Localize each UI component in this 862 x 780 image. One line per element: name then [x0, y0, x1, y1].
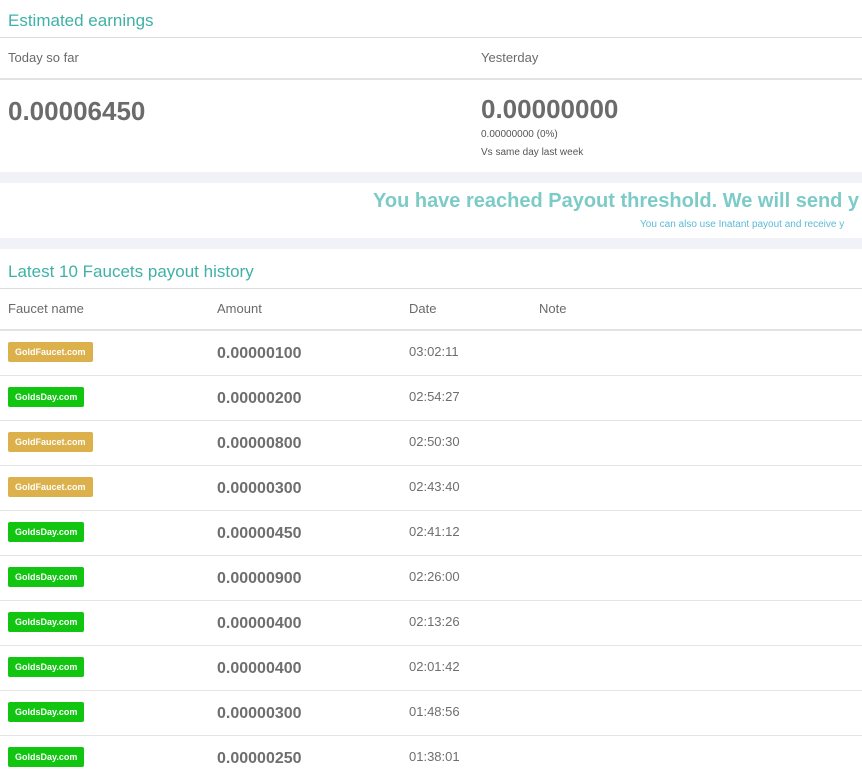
faucet-badge[interactable]: GoldsDay.com: [8, 747, 85, 767]
payout-threshold-notice: You have reached Payout threshold. We wi…: [0, 183, 862, 238]
column-header-faucet: Faucet name: [8, 301, 84, 316]
table-row: GoldsDay.com 0.00000400 02:01:42: [0, 646, 862, 691]
faucet-badge[interactable]: GoldsDay.com: [8, 702, 85, 722]
faucet-badge[interactable]: GoldsDay.com: [8, 612, 85, 632]
payout-date: 02:01:42: [409, 659, 460, 674]
payout-date: 01:38:01: [409, 749, 460, 764]
payout-amount: 0.00000400: [217, 615, 302, 632]
payout-amount: 0.00000300: [217, 705, 302, 722]
payout-date: 02:41:12: [409, 524, 460, 539]
table-row: GoldFaucet.com 0.00000100 03:02:11: [0, 331, 862, 376]
faucet-badge[interactable]: GoldFaucet.com: [8, 342, 93, 362]
payout-date: 03:02:11: [409, 344, 459, 359]
table-row: GoldsDay.com 0.00000250 01:38:01: [0, 736, 862, 780]
faucet-badge[interactable]: GoldsDay.com: [8, 657, 85, 677]
column-header-note: Note: [539, 301, 567, 316]
threshold-message: You have reached Payout threshold. We wi…: [373, 190, 860, 212]
payout-date: 01:48:56: [409, 704, 460, 719]
faucet-badge[interactable]: GoldFaucet.com: [8, 432, 93, 452]
table-row: GoldsDay.com 0.00000450 02:41:12: [0, 511, 862, 556]
payout-date: 02:43:40: [409, 479, 460, 494]
payout-date: 02:26:00: [409, 569, 460, 584]
yesterday-change: 0.00000000 (0%): [481, 129, 558, 140]
table-row: GoldsDay.com 0.00000200 02:54:27: [0, 376, 862, 421]
yesterday-value: 0.00000000: [481, 94, 619, 124]
payout-date: 02:13:26: [409, 614, 460, 629]
history-title: Latest 10 Faucets payout history: [8, 262, 254, 281]
instant-payout-link[interactable]: You can also use Inatant payout and rece…: [640, 219, 844, 230]
payout-amount: 0.00000200: [217, 390, 302, 407]
compare-label: Vs same day last week: [481, 147, 584, 158]
payout-amount: 0.00000800: [217, 435, 302, 452]
divider: [0, 288, 862, 289]
earnings-title: Estimated earnings: [8, 11, 154, 30]
faucet-badge[interactable]: GoldsDay.com: [8, 567, 85, 587]
divider: [0, 37, 862, 38]
payout-history-panel: Latest 10 Faucets payout history Faucet …: [0, 249, 862, 780]
faucet-badge[interactable]: GoldFaucet.com: [8, 477, 93, 497]
table-row: GoldsDay.com 0.00000900 02:26:00: [0, 556, 862, 601]
divider: [0, 78, 862, 80]
column-header-date: Date: [409, 301, 437, 316]
payout-amount: 0.00000250: [217, 750, 302, 767]
payout-amount: 0.00000450: [217, 525, 302, 542]
table-row: GoldsDay.com 0.00000300 01:48:56: [0, 691, 862, 736]
table-row: GoldFaucet.com 0.00000300 02:43:40: [0, 466, 862, 511]
table-row: GoldFaucet.com 0.00000800 02:50:30: [0, 421, 862, 466]
payout-amount: 0.00000100: [217, 345, 302, 362]
payout-amount: 0.00000900: [217, 570, 302, 587]
payout-amount: 0.00000300: [217, 480, 302, 497]
table-row: GoldsDay.com 0.00000400 02:13:26: [0, 601, 862, 646]
yesterday-label: Yesterday: [481, 50, 539, 65]
column-header-amount: Amount: [217, 301, 262, 316]
today-value: 0.00006450: [8, 96, 146, 126]
faucet-badge[interactable]: GoldsDay.com: [8, 522, 85, 542]
payout-amount: 0.00000400: [217, 660, 302, 677]
faucet-badge[interactable]: GoldsDay.com: [8, 387, 85, 407]
payout-date: 02:50:30: [409, 434, 460, 449]
payout-date: 02:54:27: [409, 389, 460, 404]
today-label: Today so far: [8, 50, 79, 65]
estimated-earnings-panel: Estimated earnings Today so far Yesterda…: [0, 0, 862, 172]
